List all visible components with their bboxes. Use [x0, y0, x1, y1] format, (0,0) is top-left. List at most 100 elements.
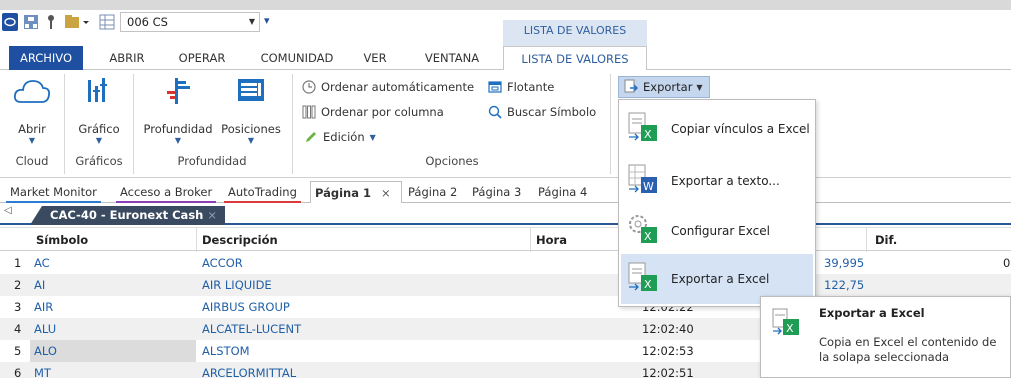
menu-item-configurar-excel[interactable]: X Configurar Excel [621, 206, 813, 256]
flotante-button[interactable]: Flotante [488, 80, 554, 94]
tab-pagina-2[interactable]: Página 2 [404, 181, 461, 203]
tooltip-title: Exportar a Excel [819, 306, 925, 320]
ribbon: Abrir ▼ Cloud Gráfico ▼ Gráficos Profund… [0, 70, 1011, 178]
svg-text:X: X [644, 128, 652, 141]
tab-lista-de-valores[interactable]: LISTA DE VALORES [503, 46, 647, 71]
close-icon[interactable]: × [381, 186, 391, 200]
table-row[interactable]: 1 AC ACCOR 39,995 0 [0, 252, 1011, 274]
profundidad-button[interactable]: Profundidad ▼ [138, 76, 218, 156]
row-number: 3 [14, 300, 22, 314]
tab-ver[interactable]: VER [358, 46, 392, 70]
scroll-left-icon[interactable]: ◁ [4, 205, 12, 216]
col-header-dif[interactable]: Dif. [875, 228, 897, 252]
menu-item-label: Copiar vínculos a Excel [671, 122, 810, 136]
sheet-tab-label: CAC-40 - Euronext Cash [50, 208, 204, 222]
table-row[interactable]: 2 AI AIR LIQUIDE 122,75 [0, 274, 1011, 296]
tab-market-monitor[interactable]: Market Monitor [6, 181, 101, 203]
ordenar-por-columna-button[interactable]: Ordenar por columna [302, 105, 444, 119]
exportar-label: Exportar [643, 80, 693, 94]
tab-autotrading[interactable]: AutoTrading [224, 181, 301, 203]
tab-ventana[interactable]: VENTANA [412, 46, 492, 70]
tab-pagina-3[interactable]: Página 3 [468, 181, 525, 203]
customize-qat-icon[interactable]: ▾ [264, 14, 270, 27]
menu-item-exportar-texto[interactable]: W Exportar a texto... [621, 156, 813, 206]
cell-descripcion: ARCELORMITTAL [202, 366, 297, 378]
tab-label: Página 1 [315, 186, 372, 200]
col-header-descripcion[interactable]: Descripción [202, 228, 278, 252]
app-logo-icon[interactable] [2, 13, 18, 31]
col-header-simbolo[interactable]: Símbolo [36, 228, 88, 252]
window-top-strip [0, 0, 1011, 10]
svg-text:W: W [643, 180, 654, 193]
edicion-button[interactable]: Edición ▼ [304, 130, 376, 144]
cell-descripcion: ACCOR [202, 256, 243, 270]
cell-simbolo: MT [34, 366, 51, 378]
tab-operar[interactable]: OPERAR [170, 46, 234, 70]
folder-dropdown-icon[interactable] [62, 13, 92, 31]
cell-descripcion: ALSTOM [202, 344, 250, 358]
ordenar-automaticamente-label: Ordenar automáticamente [321, 80, 475, 94]
export-menu: X Copiar vínculos a Excel W Exportar a t… [618, 99, 816, 307]
edicion-label: Edición [323, 130, 365, 144]
close-icon[interactable]: × [207, 206, 217, 225]
cell-descripcion: ALCATEL-LUCENT [202, 322, 302, 336]
tab-acceso-a-broker[interactable]: Acceso a Broker [116, 181, 217, 203]
search-icon [488, 105, 502, 119]
abrir-cloud-button[interactable]: Abrir ▼ [6, 76, 58, 156]
col-header-hora[interactable]: Hora [536, 228, 567, 252]
chevron-down-icon[interactable]: ▼ [249, 17, 255, 26]
cell-simbolo: AI [34, 278, 46, 292]
buscar-simbolo-label: Buscar Símbolo [507, 105, 597, 119]
row-number: 4 [14, 322, 22, 336]
pin-icon[interactable] [44, 13, 58, 31]
row-number: 6 [14, 366, 22, 378]
tooltip-body: Copia en Excel el contenido de la solapa… [819, 335, 997, 364]
depth-icon [138, 76, 218, 112]
flotante-label: Flotante [507, 80, 555, 94]
tooltip: X Exportar a Excel Copia en Excel el con… [760, 296, 1011, 378]
layout-combo[interactable]: 006 CS ▼ [120, 12, 260, 32]
posiciones-button[interactable]: Posiciones ▼ [218, 76, 284, 156]
menu-item-copiar-vinculos[interactable]: X Copiar vínculos a Excel [621, 104, 813, 154]
clock-icon [302, 80, 316, 94]
group-label-opciones: Opciones [425, 154, 479, 168]
chevron-down-icon: ▼ [369, 132, 376, 142]
chevron-down-icon: ▼ [174, 136, 182, 145]
separator [133, 74, 134, 174]
abrir-label: Abrir [18, 122, 46, 136]
separator [866, 228, 867, 252]
sheet-tab-cac40[interactable]: CAC-40 - Euronext Cash × [30, 206, 225, 225]
separator [196, 228, 197, 252]
cell-simbolo: AIR [34, 300, 54, 314]
grid-icon[interactable] [98, 13, 116, 31]
cell-hora: 12:02:40 [642, 322, 694, 336]
tab-pagina-4[interactable]: Página 4 [534, 181, 591, 203]
menu-item-label: Exportar a texto... [671, 174, 780, 188]
tab-comunidad[interactable]: COMUNIDAD [250, 46, 344, 70]
group-label-graficos: Gráficos [75, 154, 123, 168]
cell-simbolo: AC [34, 256, 50, 270]
buscar-simbolo-button[interactable]: Buscar Símbolo [488, 105, 596, 119]
chevron-down-icon: ▼ [696, 82, 703, 92]
cloud-icon [6, 76, 58, 112]
tab-pagina-1[interactable]: Página 1 × [310, 181, 402, 203]
tab-archivo[interactable]: ARCHIVO [9, 46, 83, 70]
excel-settings-icon: X [627, 213, 663, 249]
cell-dif: 0 [1003, 256, 1011, 270]
chevron-down-icon: ▼ [95, 136, 103, 145]
grafico-button[interactable]: Gráfico ▼ [70, 76, 128, 156]
chevron-down-icon: ▼ [247, 136, 255, 145]
tab-abrir[interactable]: ABRIR [100, 46, 154, 70]
network-icon[interactable] [22, 13, 40, 31]
cell-ultimo: 39,995 [824, 256, 865, 270]
ordenar-por-columna-label: Ordenar por columna [321, 105, 444, 119]
exportar-button[interactable]: Exportar ▼ [618, 76, 710, 98]
context-tab-header: LISTA DE VALORES [503, 20, 647, 46]
separator [610, 74, 611, 174]
ordenar-automaticamente-button[interactable]: Ordenar automáticamente [302, 80, 474, 94]
columns-icon [302, 105, 316, 119]
separator [64, 74, 65, 174]
row-number: 5 [14, 344, 22, 358]
svg-text:X: X [644, 230, 652, 243]
positions-icon [218, 76, 284, 112]
